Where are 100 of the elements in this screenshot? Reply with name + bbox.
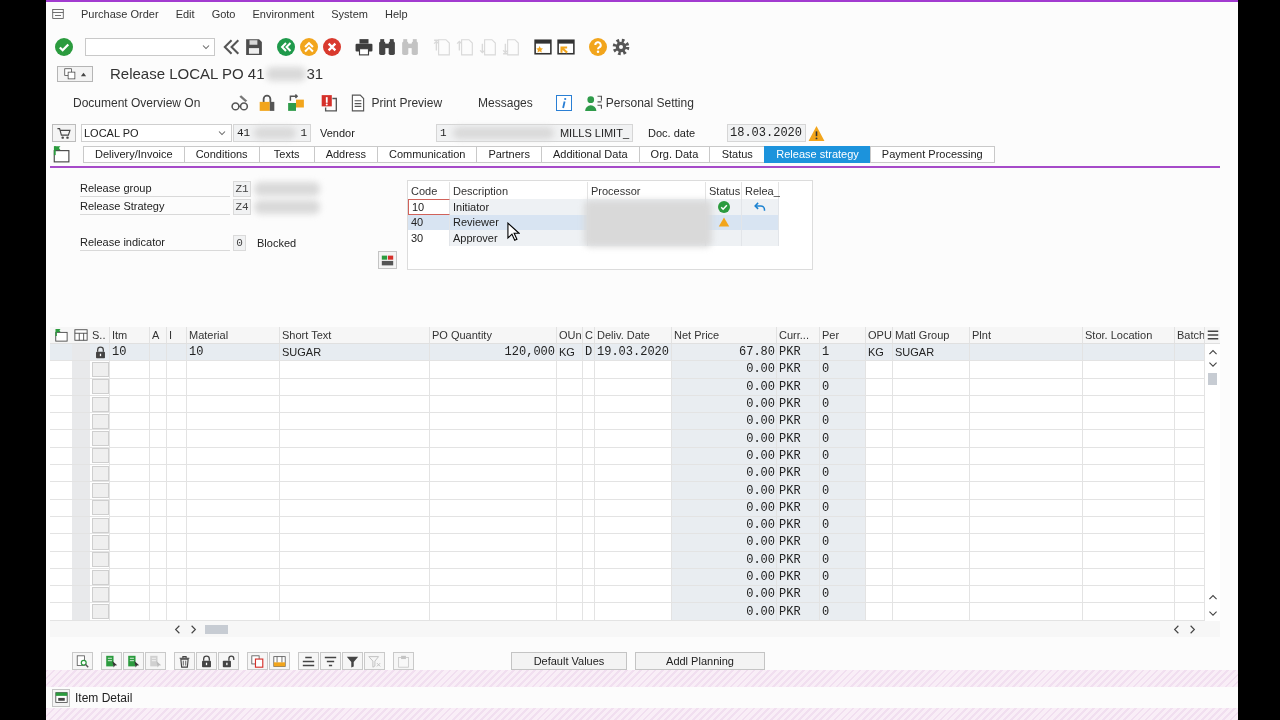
chevron-right-icon[interactable] <box>1189 624 1196 634</box>
tab[interactable]: Address <box>313 145 377 163</box>
scrollbar-thumb[interactable] <box>1208 373 1217 385</box>
check-circle-icon[interactable] <box>55 38 73 56</box>
chevron-down-icon[interactable] <box>1207 360 1218 368</box>
menu-item[interactable]: Goto <box>211 8 236 20</box>
toolbar-button[interactable] <box>174 652 195 670</box>
push-button[interactable]: Addl Planning <box>635 652 765 670</box>
table-cell: 0.00 <box>672 361 777 378</box>
sort-icon <box>324 654 337 668</box>
push-button[interactable]: Default Values <box>511 652 627 670</box>
column-header[interactable]: Per <box>822 329 840 341</box>
document-overview-button[interactable]: Document Overview On <box>73 93 201 113</box>
copy-icon <box>251 654 264 668</box>
document-type-dropdown[interactable]: LOCAL PO <box>81 124 232 142</box>
column-header[interactable]: Material <box>189 329 229 341</box>
column-header[interactable]: OUn <box>559 329 582 341</box>
chevron-circle-left-icon[interactable] <box>277 38 295 56</box>
tab[interactable]: Additional Data <box>541 145 639 163</box>
scrollbar-thumb[interactable] <box>205 624 228 634</box>
flag-window-icon[interactable] <box>54 328 68 342</box>
grid-button[interactable] <box>378 251 397 269</box>
tab[interactable]: Org. Data <box>638 145 710 163</box>
expand-button[interactable] <box>52 688 70 707</box>
column-header[interactable]: PO Quantity <box>432 329 492 341</box>
toolbar-button[interactable] <box>342 652 363 670</box>
person-icon <box>583 94 602 112</box>
transfer-icon[interactable] <box>287 94 306 112</box>
column-header[interactable]: A <box>152 329 160 341</box>
menu-icon[interactable] <box>52 8 64 20</box>
trash-icon <box>178 654 191 668</box>
messages-button[interactable]: Messages <box>478 93 533 113</box>
command-field[interactable] <box>85 38 215 56</box>
column-header[interactable]: Stor. Location <box>1085 329 1153 341</box>
document-pointer-icon <box>149 654 162 668</box>
table-cell: 0.00 <box>672 413 777 430</box>
tab[interactable]: Delivery/Invoice <box>83 145 184 163</box>
table-cell-text: KG <box>558 345 576 361</box>
menu-item[interactable]: Environment <box>252 8 315 20</box>
tab[interactable]: Partners <box>476 145 541 163</box>
column-header[interactable]: Short Text <box>282 329 332 341</box>
toolbar-button[interactable] <box>298 652 319 670</box>
column-header[interactable]: Batch <box>1177 329 1204 341</box>
glasses-pencil-icon[interactable] <box>231 94 250 112</box>
column-header[interactable]: Deliv. Date <box>597 329 650 341</box>
screen-toggle-button[interactable] <box>57 66 93 82</box>
tab[interactable]: Status <box>709 145 765 163</box>
column-header[interactable]: S.. <box>92 329 106 341</box>
printer-icon[interactable] <box>355 38 373 56</box>
chevron-left-icon[interactable] <box>174 624 181 634</box>
menu-item[interactable]: System <box>331 8 368 20</box>
info-icon[interactable] <box>555 95 572 111</box>
toolbar-button[interactable] <box>247 652 268 670</box>
column-header[interactable]: I <box>169 329 173 341</box>
warning-icon[interactable] <box>808 124 825 142</box>
document-type-button[interactable] <box>52 124 76 142</box>
chevron-left-icon[interactable] <box>1173 624 1180 634</box>
tab[interactable]: Communication <box>377 145 477 163</box>
toolbar-button[interactable] <box>269 652 290 670</box>
table-icon[interactable] <box>74 328 88 342</box>
column-header[interactable]: C <box>585 329 593 341</box>
menu-item[interactable]: Help <box>384 8 408 20</box>
column-header[interactable]: Itm <box>112 329 128 341</box>
column-header[interactable]: Plnt <box>972 329 991 341</box>
chevron-up-icon[interactable] <box>1207 593 1218 601</box>
settings-icon[interactable] <box>612 38 630 56</box>
padlock-icon[interactable] <box>258 94 277 112</box>
toolbar-button[interactable] <box>72 652 93 670</box>
tab[interactable]: Texts <box>258 145 314 163</box>
table-cell: 0 <box>820 430 866 447</box>
toolbar-button[interactable] <box>218 652 239 670</box>
clipboard-icon <box>397 654 410 668</box>
tab[interactable]: Payment Processing <box>869 145 995 163</box>
chevron-up-icon[interactable] <box>1207 348 1218 356</box>
table-cell: PKR <box>777 482 820 499</box>
print-preview-button[interactable]: Print Preview <box>349 93 443 113</box>
chevron-down-icon[interactable] <box>1207 609 1218 617</box>
blurred-region <box>254 181 320 196</box>
toolbar-button[interactable] <box>101 652 122 670</box>
menu-item[interactable]: Purchase Order <box>81 8 159 20</box>
column-header[interactable]: Curr... <box>779 329 809 341</box>
column-header[interactable]: Net Price <box>674 329 720 341</box>
chevron-right-icon[interactable] <box>190 624 197 634</box>
toolbar-button[interactable] <box>196 652 217 670</box>
menu-item[interactable]: Edit <box>175 8 195 20</box>
personal-setting-button[interactable]: Personal Setting <box>583 93 694 113</box>
indicator-text: Blocked <box>257 236 297 249</box>
flag-window-icon[interactable] <box>52 145 70 163</box>
toolbar-button[interactable] <box>320 652 341 670</box>
binoculars-icon[interactable] <box>378 38 396 56</box>
alert-document-icon[interactable] <box>320 94 339 112</box>
double-chevron-left-icon[interactable] <box>222 38 240 56</box>
menu-icon[interactable] <box>1206 329 1219 341</box>
undo-icon[interactable] <box>754 200 766 213</box>
toolbar-button[interactable] <box>123 652 144 670</box>
column-header[interactable]: OPU <box>868 329 892 341</box>
column-header[interactable]: Matl Group <box>895 329 950 341</box>
close-icon[interactable] <box>323 38 341 56</box>
table-cell: 0 <box>820 482 866 499</box>
tab[interactable]: Conditions <box>183 145 259 163</box>
